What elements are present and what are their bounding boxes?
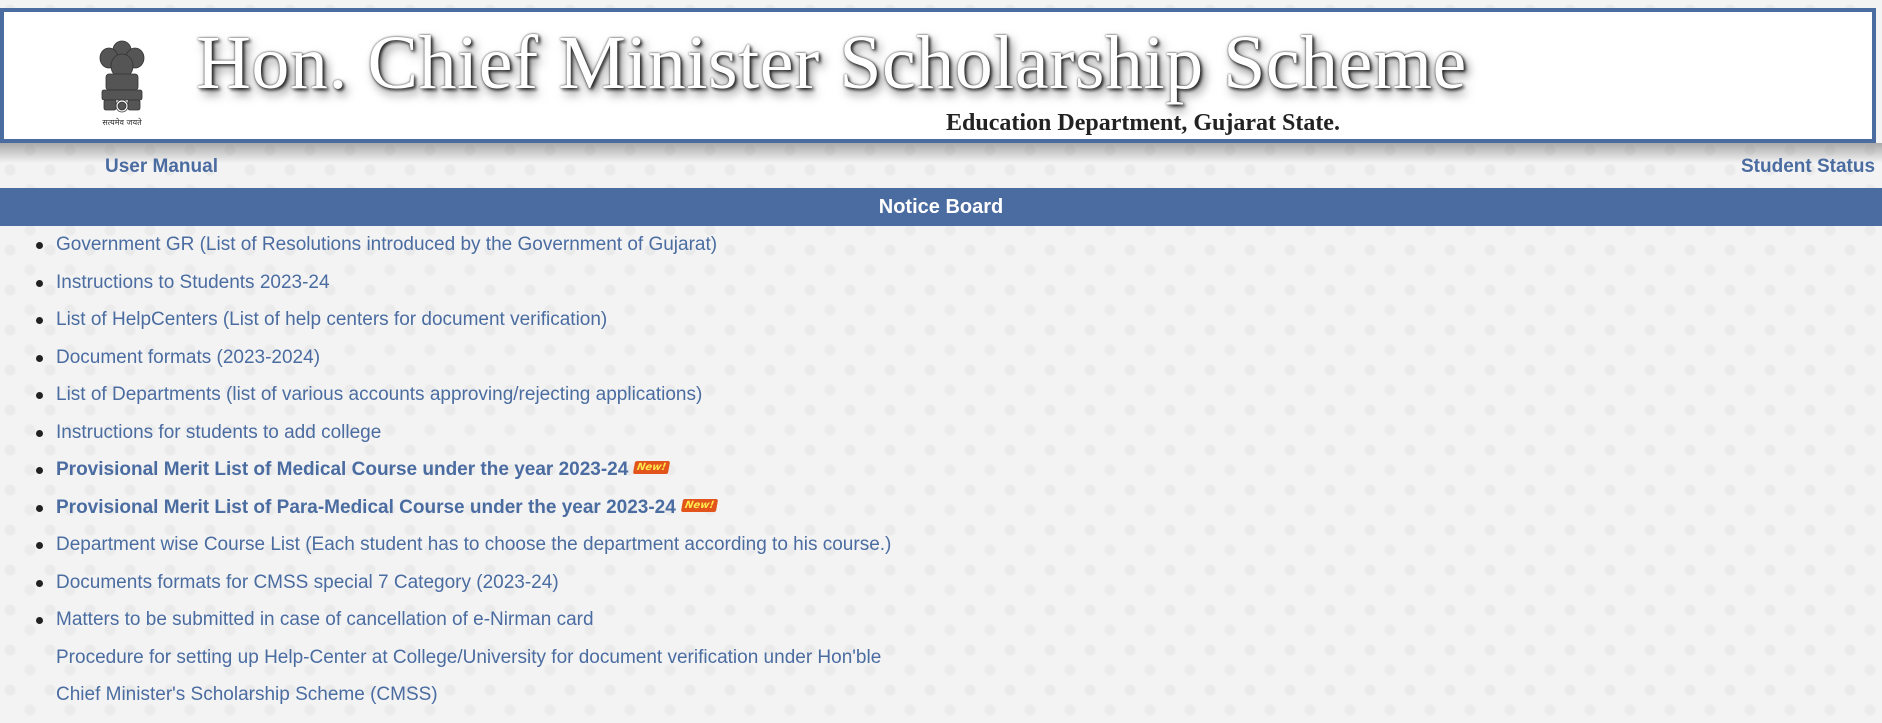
notice-link-enirman-cancellation[interactable]: Matters to be submitted in case of cance…: [56, 609, 594, 630]
notice-link-government-gr[interactable]: Government GR (List of Resolutions intro…: [56, 234, 717, 255]
list-item: Government GR (List of Resolutions intro…: [0, 226, 1882, 264]
list-item: Document formats (2023-2024): [0, 339, 1882, 377]
notice-link-course-list[interactable]: Department wise Course List (Each studen…: [56, 534, 891, 555]
list-item: Department wise Course List (Each studen…: [0, 526, 1882, 564]
notice-link-cmss-special[interactable]: Documents formats for CMSS special 7 Cat…: [56, 572, 559, 593]
banner-shadow: [0, 143, 1882, 163]
new-badge: New!: [633, 461, 671, 475]
page-subtitle: Education Department, Gujarat State.: [946, 110, 1340, 136]
page-title: Hon. Chief Minister Scholarship Scheme: [196, 21, 1467, 105]
new-badge: New!: [680, 498, 718, 512]
notice-link-merit-medical[interactable]: Provisional Merit List of Medical Course…: [56, 459, 628, 480]
notice-board-heading: Notice Board: [0, 188, 1882, 226]
notice-link-merit-paramedical[interactable]: Provisional Merit List of Para-Medical C…: [56, 497, 676, 518]
notice-link-document-formats[interactable]: Document formats (2023-2024): [56, 347, 320, 368]
list-item: List of Departments (list of various acc…: [0, 376, 1882, 414]
emblem-motto: सत्यमेव जयते: [102, 117, 142, 127]
list-item: Instructions for students to add college: [0, 414, 1882, 452]
notice-link-departments[interactable]: List of Departments (list of various acc…: [56, 384, 702, 405]
notice-link-add-college[interactable]: Instructions for students to add college: [56, 422, 381, 443]
list-item: Provisional Merit List of Para-Medical C…: [0, 489, 1882, 527]
list-item: Chief Minister's Scholarship Scheme (CMS…: [0, 676, 1882, 714]
list-item: Documents formats for CMSS special 7 Cat…: [0, 564, 1882, 602]
notice-link-helpcenter-procedure-cont[interactable]: Chief Minister's Scholarship Scheme (CMS…: [56, 684, 438, 705]
list-item: List of HelpCenters (List of help center…: [0, 301, 1882, 339]
notice-link-helpcenter-procedure[interactable]: Procedure for setting up Help-Center at …: [56, 647, 881, 668]
notice-link-helpcenters[interactable]: List of HelpCenters (List of help center…: [56, 309, 607, 330]
list-item: Provisional Merit List of Medical Course…: [0, 451, 1882, 489]
state-emblem-icon: सत्यमेव जयते: [99, 40, 145, 127]
notice-list: Government GR (List of Resolutions intro…: [0, 226, 1882, 714]
list-item: Procedure for setting up Help-Center at …: [0, 639, 1882, 677]
student-status-link[interactable]: Student Status: [1741, 156, 1875, 178]
header-banner: सत्यमेव जयते Hon. Chief Minister Scholar…: [0, 8, 1876, 143]
user-manual-link[interactable]: User Manual: [105, 156, 218, 178]
list-item: Matters to be submitted in case of cance…: [0, 601, 1882, 639]
notice-link-instructions-students[interactable]: Instructions to Students 2023-24: [56, 272, 330, 293]
list-item: Instructions to Students 2023-24: [0, 264, 1882, 302]
